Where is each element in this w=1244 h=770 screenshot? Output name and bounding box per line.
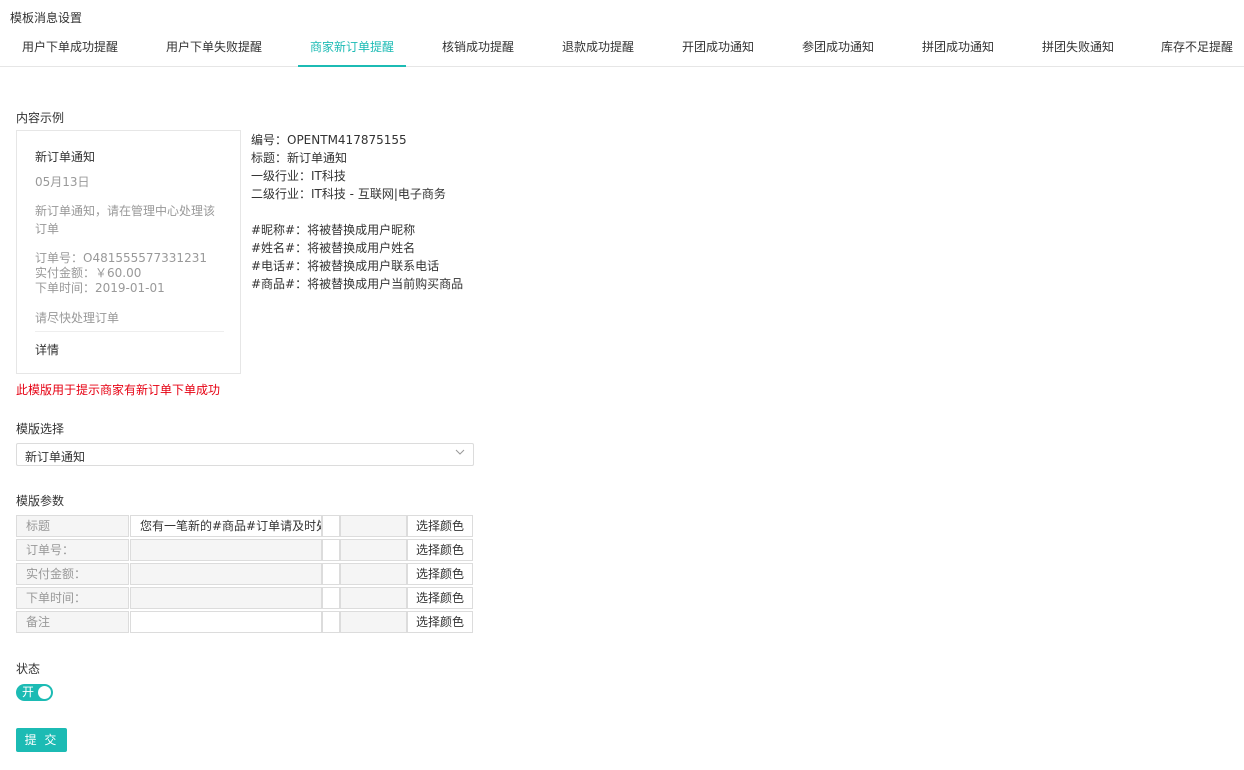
param-value-input[interactable]: [130, 611, 322, 633]
param-name: 标题: [16, 515, 129, 537]
param-value-input: [130, 563, 322, 585]
status-label: 状态: [16, 662, 41, 676]
var-phone: #电话#：将被替换成用户联系电话: [251, 259, 440, 273]
param-row: 标题 您有一笔新的#商品#订单请及时处理 选择颜色: [16, 515, 474, 537]
color-swatch: [322, 587, 340, 609]
status-toggle-text: 开: [22, 685, 35, 699]
preview-order-time: 下单时间：2019-01-01: [35, 281, 165, 295]
template-info: 编号：OPENTM417875155 标题：新订单通知 一级行业：IT科技 二级…: [251, 131, 463, 293]
preview-divider: [35, 331, 224, 332]
template-title: 标题：新订单通知: [251, 151, 348, 165]
tab-group-open-success[interactable]: 开团成功通知: [670, 30, 766, 67]
preview-date: 05月13日: [35, 175, 90, 189]
tab-group-success[interactable]: 拼团成功通知: [910, 30, 1006, 67]
preview-order-no: 订单号：O481555577331231: [35, 251, 207, 265]
select-color-button[interactable]: 选择颜色: [407, 515, 473, 537]
param-row: 备注 选择颜色: [16, 611, 474, 633]
param-name: 实付金额：: [16, 563, 129, 585]
tab-user-order-fail[interactable]: 用户下单失败提醒: [154, 30, 274, 67]
tab-bar: 用户下单成功提醒 用户下单失败提醒 商家新订单提醒 核销成功提醒 退款成功提醒 …: [0, 30, 1244, 67]
preview-description: 新订单通知，请在管理中心处理该订单: [35, 204, 216, 236]
param-row: 订单号： 选择颜色: [16, 539, 474, 561]
template-industry-secondary: 二级行业：IT科技 - 互联网|电子商务: [251, 187, 446, 201]
var-name: #姓名#：将被替换成用户姓名: [251, 241, 416, 255]
content-example-label: 内容示例: [16, 111, 65, 125]
preview-paid-amount: 实付金额：￥60.00: [35, 266, 142, 280]
color-value-input[interactable]: [340, 587, 407, 609]
param-value-input: [130, 587, 322, 609]
color-swatch: [322, 515, 340, 537]
toggle-knob: [38, 686, 51, 699]
color-value-input[interactable]: [340, 563, 407, 585]
var-goods: #商品#：将被替换成用户当前购买商品: [251, 277, 464, 291]
select-color-button[interactable]: 选择颜色: [407, 611, 473, 633]
template-code: 编号：OPENTM417875155: [251, 133, 407, 147]
template-params-label: 模版参数: [16, 494, 65, 508]
template-select[interactable]: 新订单通知: [16, 443, 474, 466]
color-value-input[interactable]: [340, 611, 407, 633]
tab-user-order-success[interactable]: 用户下单成功提醒: [10, 30, 130, 67]
param-row: 实付金额： 选择颜色: [16, 563, 474, 585]
param-row: 下单时间： 选择颜色: [16, 587, 474, 609]
status-toggle[interactable]: 开: [16, 684, 53, 701]
template-hint: 此模版用于提示商家有新订单下单成功: [16, 383, 221, 397]
var-nickname: #昵称#：将被替换成用户昵称: [251, 223, 416, 237]
tab-stock-low[interactable]: 库存不足提醒: [1150, 30, 1244, 67]
preview-remark: 请尽快处理订单: [35, 311, 120, 325]
tab-verify-success[interactable]: 核销成功提醒: [430, 30, 526, 67]
preview-title: 新订单通知: [35, 150, 96, 164]
select-color-button[interactable]: 选择颜色: [407, 539, 473, 561]
template-select-label: 模版选择: [16, 422, 65, 436]
color-swatch: [322, 563, 340, 585]
preview-detail-link: 详情: [35, 343, 60, 357]
template-industry-primary: 一级行业：IT科技: [251, 169, 346, 183]
chevron-down-icon: [455, 449, 465, 455]
tab-group-join-success[interactable]: 参团成功通知: [790, 30, 886, 67]
color-swatch: [322, 539, 340, 561]
param-value-input[interactable]: 您有一笔新的#商品#订单请及时处理: [130, 515, 322, 537]
select-color-button[interactable]: 选择颜色: [407, 587, 473, 609]
param-name: 备注: [16, 611, 129, 633]
tab-refund-success[interactable]: 退款成功提醒: [550, 30, 646, 67]
tab-group-fail[interactable]: 拼团失败通知: [1030, 30, 1126, 67]
submit-button[interactable]: 提 交: [16, 728, 67, 752]
select-color-button[interactable]: 选择颜色: [407, 563, 473, 585]
tab-merchant-new-order[interactable]: 商家新订单提醒: [298, 30, 406, 67]
param-value-input: [130, 539, 322, 561]
message-preview-card: 新订单通知 05月13日 新订单通知，请在管理中心处理该订单 订单号：O4815…: [16, 130, 241, 374]
color-value-input[interactable]: [340, 539, 407, 561]
color-swatch: [322, 611, 340, 633]
param-name: 订单号：: [16, 539, 129, 561]
param-name: 下单时间：: [16, 587, 129, 609]
page-title: 模板消息设置: [10, 11, 83, 25]
color-value-input[interactable]: [340, 515, 407, 537]
template-select-value: 新订单通知: [25, 450, 86, 464]
